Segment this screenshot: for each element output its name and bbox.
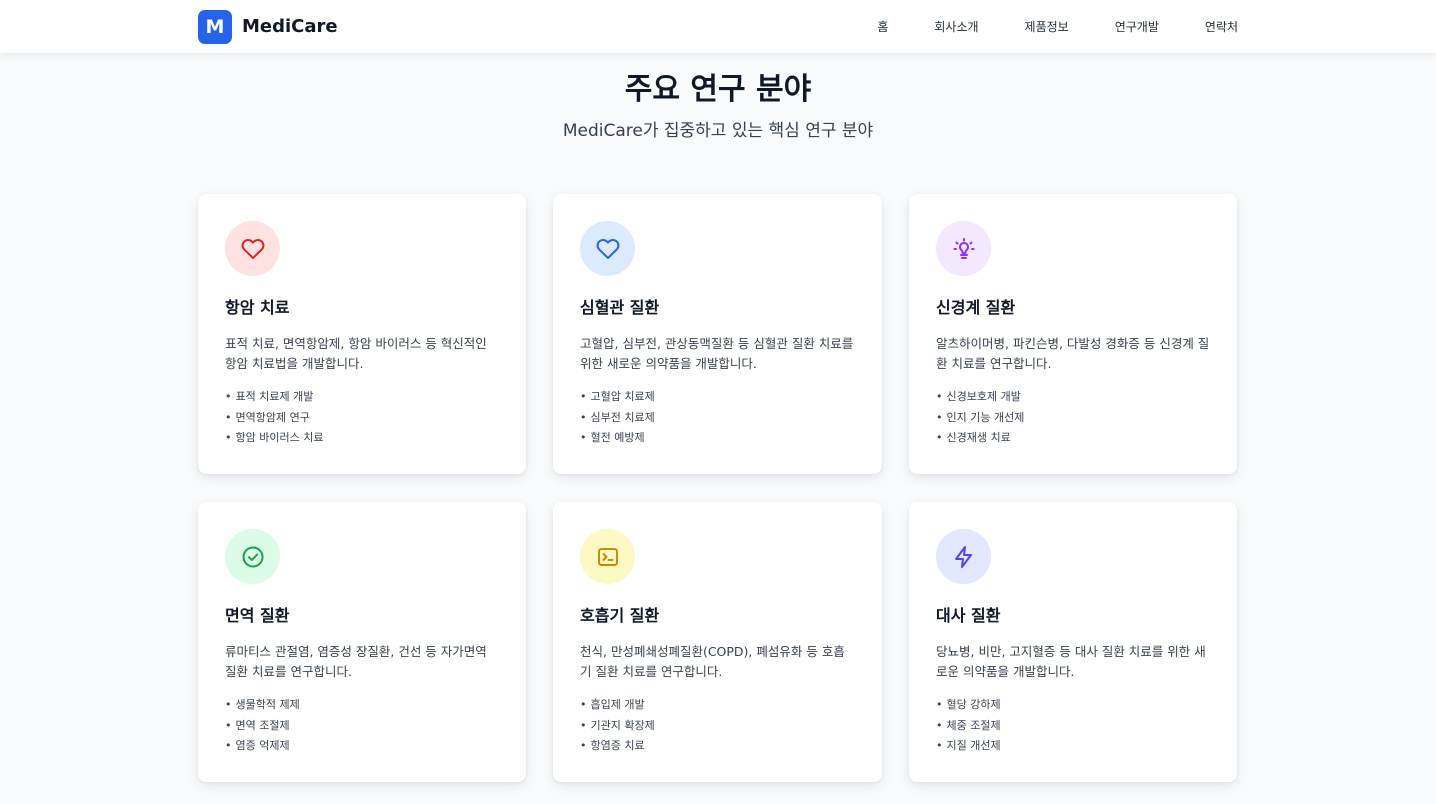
card-list: 흡입제 개발 기관지 확장제 항염증 치료 <box>580 695 855 757</box>
card-title: 면역 질환 <box>225 606 290 625</box>
card-description: 표적 치료, 면역항암제, 항암 바이러스 등 혁신적인 항암 치료법을 개발합… <box>225 336 487 371</box>
list-item: 신경재생 치료 <box>936 428 1210 449</box>
brand-logo-link[interactable]: M MediCare <box>198 9 338 44</box>
card-title: 항암 치료 <box>225 298 290 317</box>
list-item: 생물학적 제제 <box>225 695 499 716</box>
nav-link-products[interactable]: 제품정보 <box>1025 18 1069 35</box>
main-nav: 홈 회사소개 제품정보 연구개발 연락처 <box>877 0 1238 53</box>
research-card-respiratory: 호흡기 질환 천식, 만성폐쇄성폐질환(COPD), 폐섬유화 등 호흡기 질환… <box>553 502 882 782</box>
list-item: 체중 조절제 <box>936 716 1210 737</box>
list-item: 신경보호제 개발 <box>936 387 1210 408</box>
section-title: 주요 연구 분야 <box>624 72 812 107</box>
icon-badge <box>936 529 991 584</box>
list-item: 인지 기능 개선제 <box>936 408 1210 429</box>
list-item: 기관지 확장제 <box>580 716 855 737</box>
heart-icon <box>596 238 619 259</box>
icon-badge <box>936 221 991 276</box>
list-item: 혈당 강하제 <box>936 695 1210 716</box>
research-card-neurology: 신경계 질환 알츠하이머병, 파킨슨병, 다발성 경화증 등 신경계 질환 치료… <box>909 194 1237 474</box>
navbar: M MediCare 홈 회사소개 제품정보 연구개발 연락처 <box>0 0 1436 53</box>
card-list: 표적 치료제 개발 면역항암제 연구 항암 바이러스 치료 <box>225 387 499 449</box>
list-item: 고혈압 치료제 <box>580 387 855 408</box>
card-description: 알츠하이머병, 파킨슨병, 다발성 경화증 등 신경계 질환 치료를 연구합니다… <box>936 336 1210 371</box>
icon-badge <box>580 221 635 276</box>
terminal-icon <box>597 547 618 566</box>
list-item: 항염증 치료 <box>580 736 855 757</box>
nav-link-research[interactable]: 연구개발 <box>1115 18 1159 35</box>
research-card-immunology: 면역 질환 류마티스 관절염, 염증성 장질환, 건선 등 자가면역 질환 치료… <box>198 502 526 782</box>
list-item: 혈전 예방제 <box>580 428 855 449</box>
card-list: 신경보호제 개발 인지 기능 개선제 신경재생 치료 <box>936 387 1210 449</box>
section-subtitle: MediCare가 집중하고 있는 핵심 연구 분야 <box>562 121 874 141</box>
heart-icon <box>241 238 264 259</box>
list-item: 면역항암제 연구 <box>225 408 499 429</box>
research-card-cardiovascular: 심혈관 질환 고혈압, 심부전, 관상동맥질환 등 심혈관 질환 치료를 위한 … <box>553 194 882 474</box>
list-item: 항암 바이러스 치료 <box>225 428 499 449</box>
list-item: 심부전 치료제 <box>580 408 855 429</box>
card-description: 류마티스 관절염, 염증성 장질환, 건선 등 자가면역 질환 치료를 연구합니… <box>225 644 487 679</box>
card-title: 호흡기 질환 <box>580 606 660 625</box>
nav-link-about[interactable]: 회사소개 <box>934 18 978 35</box>
list-item: 흡입제 개발 <box>580 695 855 716</box>
list-item: 지질 개선제 <box>936 736 1210 757</box>
logo-icon: M <box>198 9 232 44</box>
check-circle-icon <box>242 546 263 567</box>
card-title: 신경계 질환 <box>936 298 1016 317</box>
card-list: 고혈압 치료제 심부전 치료제 혈전 예방제 <box>580 387 855 449</box>
card-title: 심혈관 질환 <box>580 298 660 317</box>
list-item: 염증 억제제 <box>225 736 499 757</box>
card-list: 생물학적 제제 면역 조절제 염증 억제제 <box>225 695 499 757</box>
card-description: 당뇨병, 비만, 고지혈증 등 대사 질환 치료를 위한 새로운 의약품을 개발… <box>936 644 1206 679</box>
icon-badge <box>225 221 280 276</box>
card-list: 혈당 강하제 체중 조절제 지질 개선제 <box>936 695 1210 757</box>
lightbulb-icon <box>953 237 974 259</box>
brand-name: MediCare <box>242 16 338 37</box>
nav-link-home[interactable]: 홈 <box>877 18 888 35</box>
nav-link-contact[interactable]: 연락처 <box>1205 18 1238 35</box>
list-item: 면역 조절제 <box>225 716 499 737</box>
lightning-icon <box>954 545 972 568</box>
research-card-oncology: 항암 치료 표적 치료, 면역항암제, 항암 바이러스 등 혁신적인 항암 치료… <box>198 194 526 474</box>
card-title: 대사 질환 <box>936 606 1001 625</box>
icon-badge <box>580 529 635 584</box>
card-description: 천식, 만성폐쇄성폐질환(COPD), 폐섬유화 등 호흡기 질환 치료를 연구… <box>580 644 845 679</box>
icon-badge <box>225 529 280 584</box>
list-item: 표적 치료제 개발 <box>225 387 499 408</box>
research-grid: 항암 치료 표적 치료, 면역항암제, 항암 바이러스 등 혁신적인 항암 치료… <box>198 194 1238 782</box>
research-card-metabolic: 대사 질환 당뇨병, 비만, 고지혈증 등 대사 질환 치료를 위한 새로운 의… <box>909 502 1237 782</box>
card-description: 고혈압, 심부전, 관상동맥질환 등 심혈관 질환 치료를 위한 새로운 의약품… <box>580 336 854 371</box>
